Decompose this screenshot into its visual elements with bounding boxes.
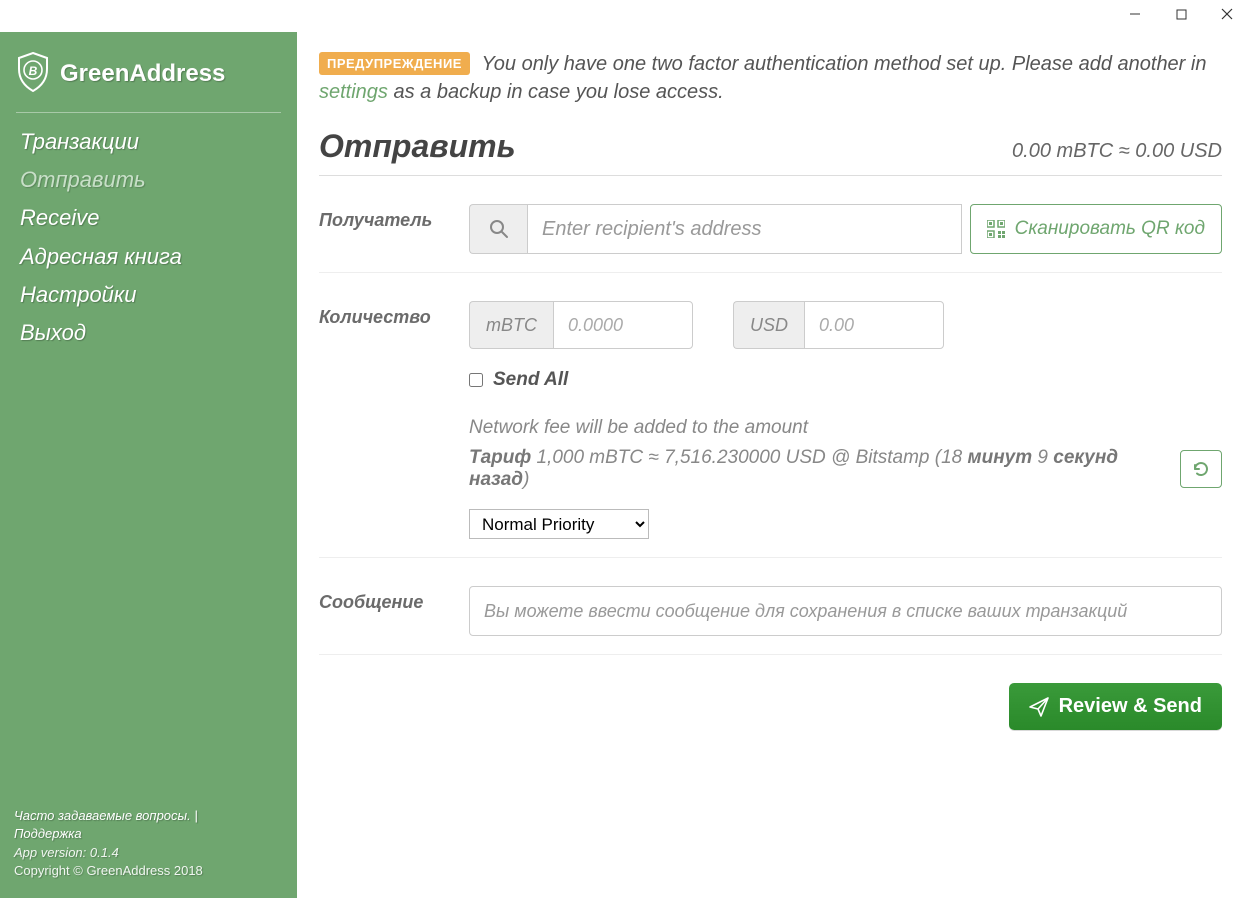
send-all-checkbox[interactable] xyxy=(469,373,483,387)
sidebar: B GreenAddress Транзакции Отправить Rece… xyxy=(0,32,297,898)
action-row: Review & Send xyxy=(319,655,1222,730)
unit-usd-label: USD xyxy=(733,301,804,349)
divider xyxy=(16,112,281,113)
balance-display: 0.00 mBTC ≈ 0.00 USD xyxy=(1012,140,1222,163)
page-heading-row: Отправить 0.00 mBTC ≈ 0.00 USD xyxy=(319,128,1222,176)
page-title: Отправить xyxy=(319,128,516,165)
close-icon xyxy=(1221,8,1233,20)
review-send-label: Review & Send xyxy=(1059,695,1202,718)
minimize-icon xyxy=(1129,8,1141,20)
sidebar-nav: Транзакции Отправить Receive Адресная кн… xyxy=(0,123,297,352)
message-input[interactable] xyxy=(469,586,1222,636)
sidebar-item-send[interactable]: Отправить xyxy=(20,161,297,199)
svg-text:B: B xyxy=(29,64,38,78)
amount-usd-group: USD xyxy=(733,301,944,349)
brand-name: GreenAddress xyxy=(60,60,225,88)
amount-btc-group: mBTC xyxy=(469,301,693,349)
rate-minutes: минут xyxy=(968,447,1033,468)
warning-banner: ПРЕДУПРЕЖДЕНИЕ You only have one two fac… xyxy=(319,50,1222,106)
warning-badge: ПРЕДУПРЕЖДЕНИЕ xyxy=(319,52,470,75)
refresh-rate-button[interactable] xyxy=(1180,450,1222,488)
unit-mbtc-label: mBTC xyxy=(469,301,553,349)
rate-label: Тариф xyxy=(469,447,531,468)
amount-label: Количество xyxy=(319,301,469,539)
sidebar-item-settings[interactable]: Настройки xyxy=(20,276,297,314)
review-send-button[interactable]: Review & Send xyxy=(1009,683,1222,730)
window-minimize-button[interactable] xyxy=(1112,0,1158,28)
brand: B GreenAddress xyxy=(0,48,297,112)
addressbook-lookup-button[interactable] xyxy=(469,204,527,254)
recipient-label: Получатель xyxy=(319,204,469,254)
faq-link[interactable]: Часто задаваемые вопросы. xyxy=(14,808,191,823)
recipient-address-input[interactable] xyxy=(527,204,962,254)
rate-text: Тариф 1,000 mBTC ≈ 7,516.230000 USD @ Bi… xyxy=(469,447,1170,491)
warning-text-after: as a backup in case you lose access. xyxy=(388,81,724,103)
refresh-icon xyxy=(1192,460,1210,478)
maximize-icon xyxy=(1176,9,1187,20)
sidebar-item-transactions[interactable]: Транзакции xyxy=(20,123,297,161)
warning-text-before: You only have one two factor authenticat… xyxy=(476,53,1207,75)
sidebar-item-receive[interactable]: Receive xyxy=(20,199,297,237)
send-all-label[interactable]: Send All xyxy=(493,369,568,391)
window-close-button[interactable] xyxy=(1204,0,1250,28)
main-content: ПРЕДУПРЕЖДЕНИЕ You only have one two fac… xyxy=(297,32,1250,898)
qr-icon xyxy=(987,220,1005,238)
rate-mid: 9 xyxy=(1032,447,1053,468)
fee-priority-select[interactable]: Normal Priority xyxy=(469,509,649,539)
amount-mbtc-input[interactable] xyxy=(553,301,693,349)
support-link[interactable]: Поддержка xyxy=(14,826,82,841)
copyright: Copyright © GreenAddress 2018 xyxy=(14,862,283,880)
message-label: Сообщение xyxy=(319,586,469,636)
footer-sep: | xyxy=(191,808,198,823)
settings-link[interactable]: settings xyxy=(319,81,388,103)
rate-value: 1,000 mBTC ≈ 7,516.230000 USD @ Bitstamp… xyxy=(531,447,967,468)
amount-usd-input[interactable] xyxy=(804,301,944,349)
window-titlebar xyxy=(0,0,1250,32)
paper-plane-icon xyxy=(1029,697,1049,717)
sidebar-item-exit[interactable]: Выход xyxy=(20,314,297,352)
fee-note: Network fee will be added to the amount xyxy=(469,417,1222,439)
message-section: Сообщение xyxy=(319,558,1222,655)
shield-bitcoin-icon: B xyxy=(16,52,50,96)
rate-close: ) xyxy=(523,469,529,490)
scan-qr-button[interactable]: Сканировать QR код xyxy=(970,204,1222,254)
sidebar-footer: Часто задаваемые вопросы. | Поддержка Ap… xyxy=(0,807,297,890)
amount-section: Количество mBTC USD Send All Net xyxy=(319,273,1222,558)
sidebar-item-addressbook[interactable]: Адресная книга xyxy=(20,238,297,276)
window-maximize-button[interactable] xyxy=(1158,0,1204,28)
app-version: App version: 0.1.4 xyxy=(14,844,283,862)
search-icon xyxy=(489,219,509,239)
recipient-section: Получатель xyxy=(319,176,1222,273)
scan-qr-label: Сканировать QR код xyxy=(1015,218,1205,240)
